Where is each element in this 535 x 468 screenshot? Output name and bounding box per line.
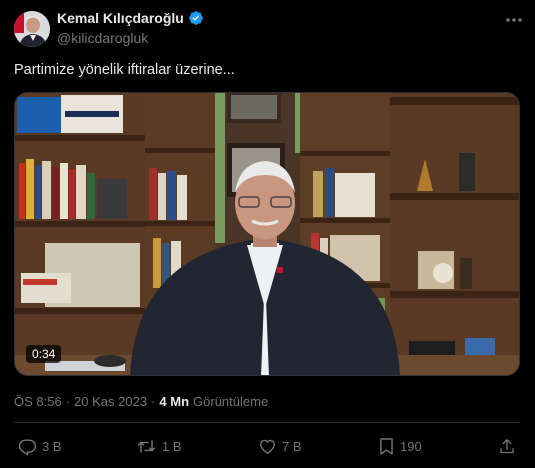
bookmark-button[interactable]: 190 (378, 436, 422, 456)
like-count: 7 B (282, 438, 302, 454)
bookmark-count: 190 (400, 438, 422, 454)
reply-icon (18, 437, 37, 456)
tweet-text: Partimize yönelik iftiralar üzerine... (14, 62, 235, 78)
retweet-count: 1 B (162, 438, 182, 454)
views-count: 4 Mn (159, 394, 190, 409)
bookmark-icon (378, 437, 395, 456)
divider (14, 422, 520, 423)
tweet-time[interactable]: ÖS 8:56 (14, 394, 62, 409)
tweet-meta: ÖS 8:56 · 20 Kas 2023 · 4 Mn Görüntüleme (14, 394, 268, 409)
views-label: Görüntüleme (193, 394, 269, 409)
avatar[interactable] (14, 11, 50, 47)
tweet-date[interactable]: 20 Kas 2023 (74, 394, 147, 409)
author-name-row[interactable]: Kemal Kılıçdaroğlu (57, 10, 204, 26)
reply-count: 3 B (42, 438, 62, 454)
meta-separator: · (151, 394, 156, 409)
retweet-icon (136, 437, 157, 456)
action-bar: 3 B 1 B 7 B 190 (0, 436, 535, 458)
share-icon (498, 437, 516, 456)
like-button[interactable]: 7 B (258, 436, 302, 456)
meta-separator: · (65, 394, 71, 409)
video-duration-badge: 0:34 (26, 345, 62, 363)
like-icon (258, 437, 277, 456)
retweet-button[interactable]: 1 B (136, 436, 182, 456)
more-options-icon[interactable] (503, 11, 525, 29)
share-button[interactable] (498, 436, 516, 456)
author-name[interactable]: Kemal Kılıçdaroğlu (57, 10, 184, 26)
verified-badge-icon (188, 10, 204, 26)
author-handle[interactable]: @kilicdarogluk (57, 30, 148, 46)
reply-button[interactable]: 3 B (18, 436, 62, 456)
video-player[interactable] (14, 92, 520, 376)
